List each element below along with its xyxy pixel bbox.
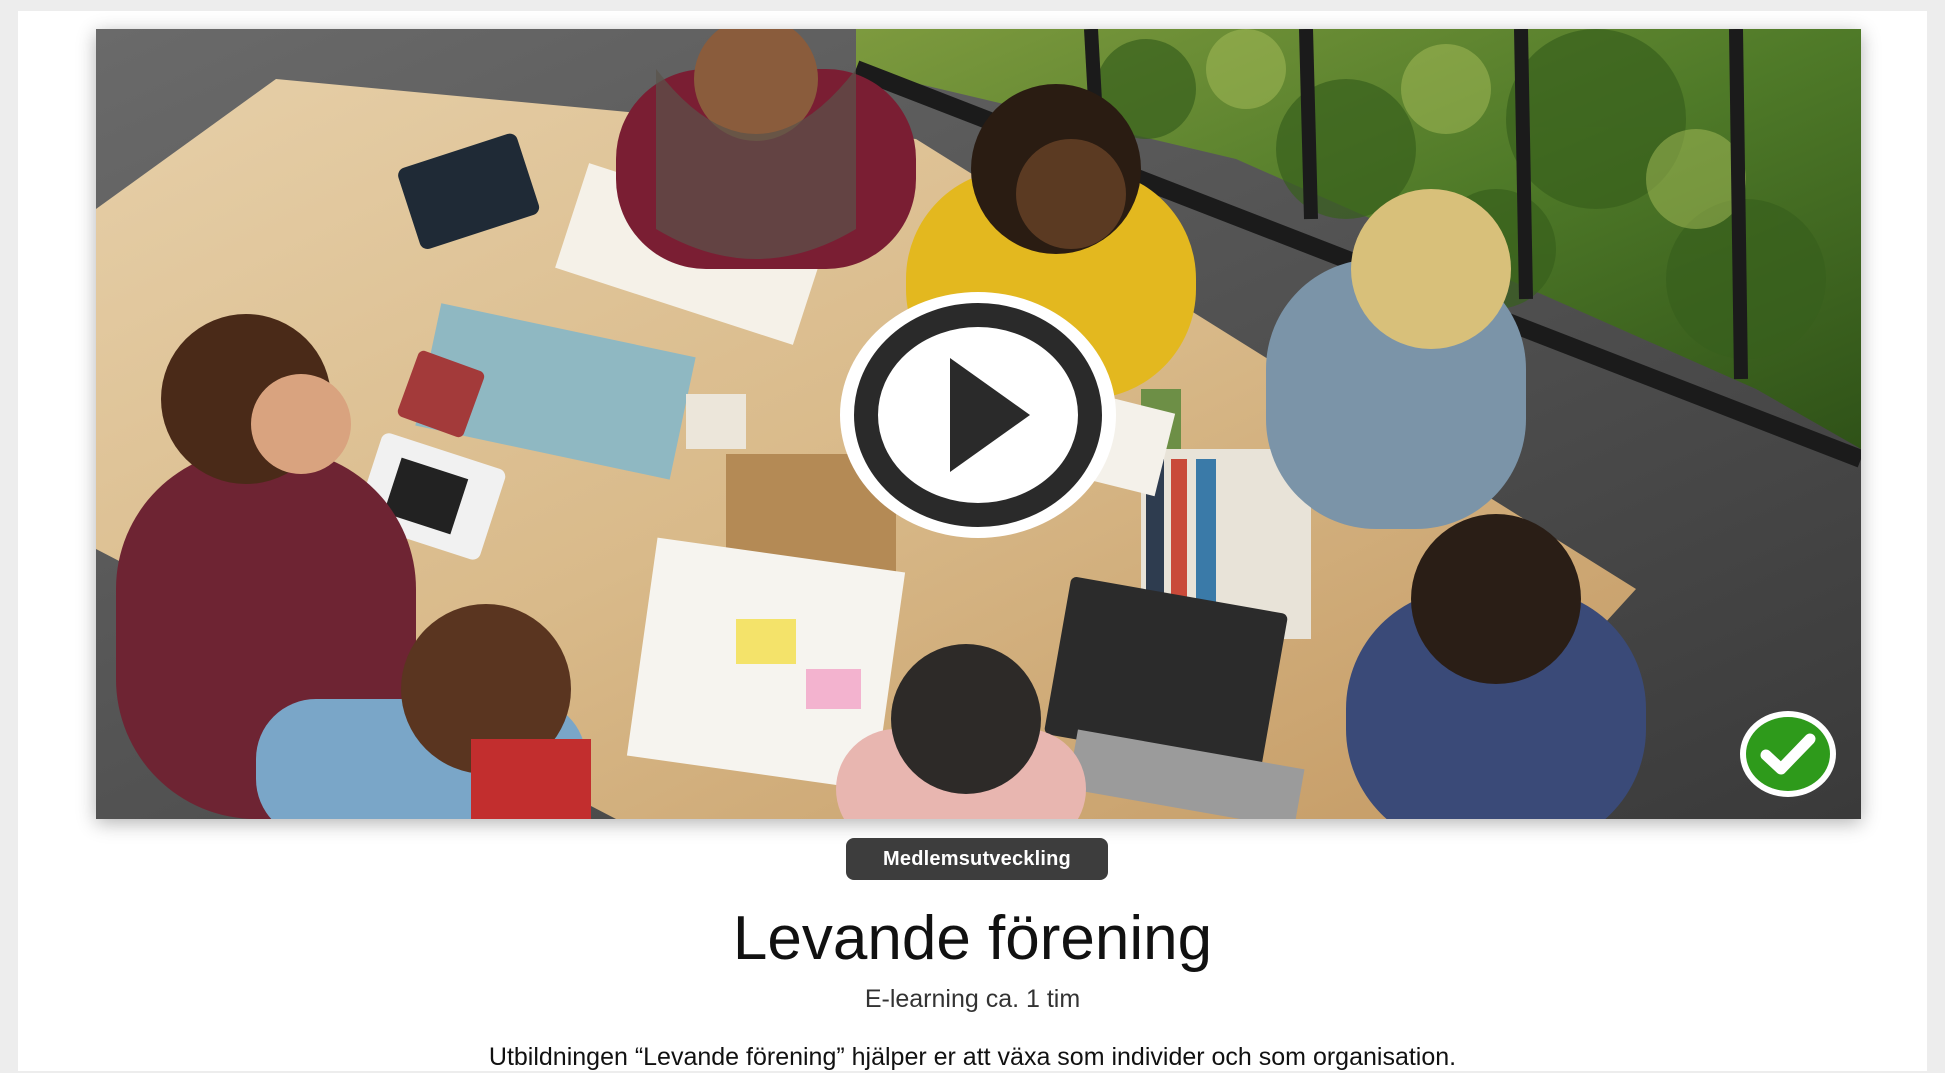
page-title: Levande förening [732,904,1213,973]
course-video[interactable] [96,29,1861,819]
course-description: Utbildningen “Levande förening” hjälper … [488,1043,1457,1071]
checkmark-circle-icon [1740,711,1836,797]
category-badge: Medlemsutveckling [846,838,1108,880]
course-duration: E-learning ca. 1 tim [864,985,1081,1013]
play-circle-icon[interactable] [838,290,1118,540]
course-card: Medlemsutveckling Levande förening E-lea… [18,11,1927,1071]
